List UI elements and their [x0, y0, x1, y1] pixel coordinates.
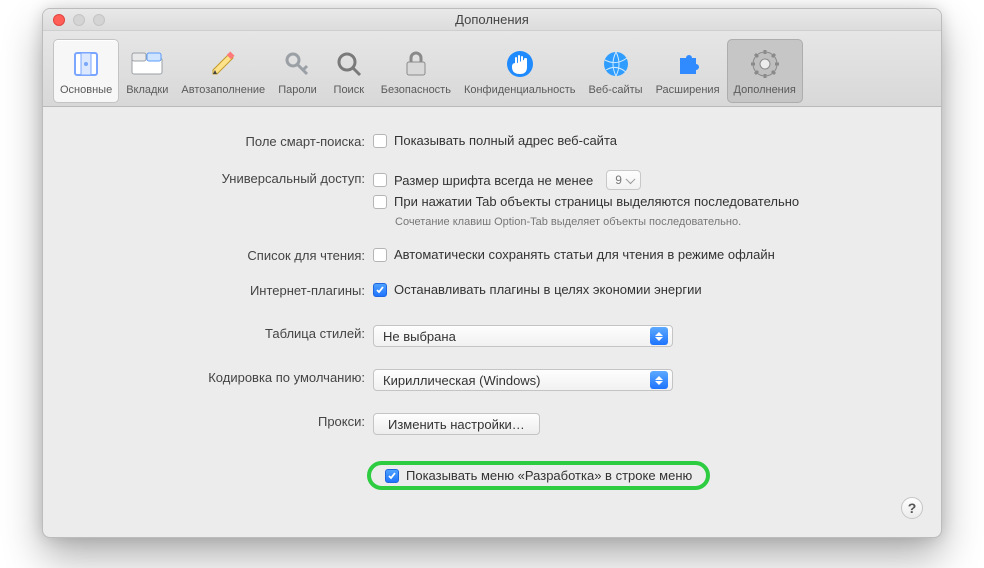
toolbar-label: Веб-сайты: [589, 84, 643, 96]
lock-icon: [400, 48, 432, 80]
zoom-button[interactable]: [93, 14, 105, 26]
toolbar-item-security[interactable]: Безопасность: [375, 39, 457, 103]
toolbar-item-privacy[interactable]: Конфиденциальность: [458, 39, 582, 103]
help-button[interactable]: ?: [901, 497, 923, 519]
titlebar: Дополнения: [43, 9, 941, 31]
window-title: Дополнения: [43, 12, 941, 27]
min-font-select[interactable]: 9: [606, 170, 641, 190]
checkbox-label: Размер шрифта всегда не менее: [394, 173, 593, 188]
checkbox-reading-offline[interactable]: [373, 248, 387, 262]
preferences-window: Дополнения Основные Вкладки: [42, 8, 942, 538]
stylesheet-select[interactable]: Не выбрана: [373, 325, 673, 347]
close-button[interactable]: [53, 14, 65, 26]
globe-icon: [600, 48, 632, 80]
label-proxies: Прокси:: [63, 413, 373, 429]
button-label: Изменить настройки…: [388, 417, 525, 432]
checkbox-label: При нажатии Tab объекты страницы выделяю…: [394, 194, 799, 209]
chevron-updown-icon: [650, 371, 668, 389]
toolbar-item-general[interactable]: Основные: [53, 39, 119, 103]
toolbar-item-search[interactable]: Поиск: [324, 39, 374, 103]
pencil-icon: [207, 48, 239, 80]
tabs-icon: [131, 48, 163, 80]
key-icon: [281, 48, 313, 80]
select-value: Кириллическая (Windows): [383, 373, 541, 388]
toolbar-item-autofill[interactable]: Автозаполнение: [175, 39, 271, 103]
chevron-updown-icon: [650, 327, 668, 345]
toolbar-label: Конфиденциальность: [464, 84, 576, 96]
toolbar-item-advanced[interactable]: Дополнения: [727, 39, 803, 103]
hint-option-tab: Сочетание клавиш Option-Tab выделяет объ…: [395, 215, 741, 229]
change-proxy-button[interactable]: Изменить настройки…: [373, 413, 540, 435]
hand-icon: [504, 48, 536, 80]
label-universal-access: Универсальный доступ:: [63, 170, 373, 186]
toolbar-label: Вкладки: [126, 84, 168, 96]
checkbox-label: Показывать меню «Разработка» в строке ме…: [406, 468, 692, 483]
select-value: Не выбрана: [383, 329, 456, 344]
label-smart-search: Поле смарт-поиска:: [63, 133, 373, 149]
toolbar-item-passwords[interactable]: Пароли: [272, 39, 323, 103]
toolbar-label: Поиск: [334, 84, 364, 96]
checkbox-label: Показывать полный адрес веб-сайта: [394, 133, 617, 148]
checkbox-show-full-url[interactable]: [373, 134, 387, 148]
toolbar: Основные Вкладки Автозаполнение: [43, 31, 941, 107]
toolbar-item-tabs[interactable]: Вкладки: [120, 39, 174, 103]
label-plugins: Интернет-плагины:: [63, 282, 373, 298]
content-area: Поле смарт-поиска: Показывать полный адр…: [43, 107, 941, 537]
checkbox-tab-highlight[interactable]: [373, 195, 387, 209]
search-icon: [333, 48, 365, 80]
label-reading-list: Список для чтения:: [63, 247, 373, 263]
toolbar-label: Автозаполнение: [181, 84, 265, 96]
toolbar-label: Безопасность: [381, 84, 451, 96]
label-stylesheet: Таблица стилей:: [63, 325, 373, 341]
general-icon: [70, 48, 102, 80]
minimize-button[interactable]: [73, 14, 85, 26]
checkbox-label: Останавливать плагины в целях экономии э…: [394, 282, 702, 297]
label-encoding: Кодировка по умолчанию:: [63, 369, 373, 385]
encoding-select[interactable]: Кириллическая (Windows): [373, 369, 673, 391]
toolbar-label: Основные: [60, 84, 112, 96]
checkbox-show-develop-menu[interactable]: [385, 469, 399, 483]
checkbox-min-font[interactable]: [373, 173, 387, 187]
toolbar-label: Пароли: [278, 84, 317, 96]
toolbar-label: Расширения: [656, 84, 720, 96]
help-label: ?: [908, 500, 917, 516]
highlight-develop-menu: Показывать меню «Разработка» в строке ме…: [367, 461, 710, 490]
toolbar-label: Дополнения: [734, 84, 796, 96]
checkbox-label: Автоматически сохранять статьи для чтени…: [394, 247, 775, 262]
toolbar-item-extensions[interactable]: Расширения: [650, 39, 726, 103]
gear-icon: [749, 48, 781, 80]
checkbox-stop-plugins[interactable]: [373, 283, 387, 297]
toolbar-item-websites[interactable]: Веб-сайты: [583, 39, 649, 103]
traffic-lights: [53, 14, 105, 26]
puzzle-icon: [672, 48, 704, 80]
